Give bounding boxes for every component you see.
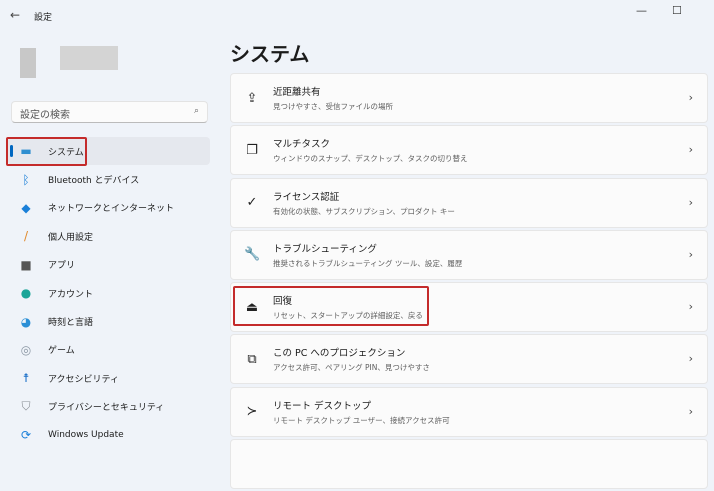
sidebar-item-label: アクセシビリティ bbox=[48, 374, 120, 385]
maximize-button[interactable]: ☐ bbox=[672, 4, 682, 17]
search-icon: ⌕ bbox=[193, 106, 199, 116]
card-title: 近距離共有 bbox=[273, 87, 321, 98]
chevron-right-icon: › bbox=[688, 247, 693, 261]
sidebar-item-icon: ⛉ bbox=[21, 399, 31, 414]
card-icon: 🔧 bbox=[244, 247, 261, 263]
card-subtitle: 見つけやすさ、受信ファイルの場所 bbox=[273, 102, 393, 111]
app-title: 設定 bbox=[34, 13, 53, 23]
sidebar-item[interactable]: / 個人用設定 bbox=[8, 222, 210, 250]
page-title: システム bbox=[230, 42, 310, 66]
sidebar-item-icon: ● bbox=[20, 286, 32, 301]
minimize-button[interactable]: — bbox=[636, 4, 647, 17]
settings-card[interactable]: ❐ マルチタスクウィンドウのスナップ、デスクトップ、タスクの切り替え › bbox=[230, 125, 708, 176]
card-subtitle: 有効化の状態、サブスクリプション、プロダクト キー bbox=[273, 206, 455, 216]
sidebar-item[interactable]: ◎ ゲーム bbox=[8, 336, 210, 364]
sidebar-item[interactable]: ◆ ネットワークとインターネット bbox=[8, 194, 210, 222]
card-title: トラブルシューティング bbox=[273, 243, 377, 255]
settings-list: ⇪ 近距離共有見つけやすさ、受信ファイルの場所 › ❐ マルチタスクウィンドウのスナップ… bbox=[230, 73, 708, 491]
settings-card[interactable]: ≻ リモート デスクトップリモート デスクトップ ユーザー、接続アクセス許可 › bbox=[230, 386, 708, 437]
sidebar-item-icon: ⟳ bbox=[20, 428, 32, 443]
sidebar-item[interactable]: ■ アプリ bbox=[8, 251, 210, 279]
settings-card[interactable] bbox=[230, 439, 708, 490]
settings-card[interactable]: ⧉ この PC へのプロジェクションアクセス許可、ペアリング PIN、見つけやすさ… bbox=[230, 334, 708, 385]
card-subtitle: リモート デスクトップ ユーザー、接続アクセス許可 bbox=[273, 415, 450, 425]
sidebar-item-label: ゲーム bbox=[48, 346, 75, 357]
chevron-right-icon: › bbox=[688, 195, 693, 209]
settings-card[interactable]: 🔧 トラブルシューティング推奨されるトラブルシューティング ツール、設定、履歴 › bbox=[230, 229, 708, 280]
sidebar-item-icon: ◕ bbox=[20, 314, 32, 329]
sidebar-item[interactable]: ⛉ プライバシーとセキュリティ bbox=[8, 393, 210, 421]
chevron-right-icon: › bbox=[688, 300, 693, 314]
card-title: マルチタスク bbox=[273, 139, 331, 151]
sidebar-item-icon: ☨ bbox=[22, 371, 30, 386]
sidebar-item-label: ネットワークとインターネット bbox=[48, 204, 175, 215]
sidebar-item-label: プライバシーとセキュリティ bbox=[48, 403, 165, 414]
sidebar-item-label: 個人用設定 bbox=[48, 232, 94, 243]
card-icon: ⧉ bbox=[247, 351, 257, 367]
back-arrow-icon[interactable]: ← bbox=[10, 8, 20, 22]
card-title: リモート デスクトップ bbox=[273, 400, 372, 412]
sidebar-item-label: Bluetooth とデバイス bbox=[48, 176, 140, 187]
sidebar-item-icon: / bbox=[23, 229, 29, 244]
settings-card[interactable]: ✓ ライセンス認証有効化の状態、サブスクリプション、プロダクト キー › bbox=[230, 177, 708, 228]
chevron-right-icon: › bbox=[688, 143, 693, 157]
search-placeholder: 設定の検索 bbox=[20, 110, 70, 121]
card-icon: ⇪ bbox=[246, 90, 258, 106]
sidebar-item-label: 時刻と言語 bbox=[48, 318, 94, 329]
sidebar-item-icon: ◎ bbox=[20, 342, 32, 357]
sidebar-item[interactable]: ◕ 時刻と言語 bbox=[8, 307, 210, 335]
card-subtitle: 推奨されるトラブルシューティング ツール、設定、履歴 bbox=[273, 258, 463, 268]
sidebar-nav: ▬ システム ᛒ Bluetooth とデバイス ◆ ネットワークとインターネット / 個人用… bbox=[8, 137, 210, 449]
sidebar-item-icon: ■ bbox=[20, 257, 32, 272]
highlight-box-system bbox=[6, 137, 87, 166]
sidebar-item-icon: ᛒ bbox=[22, 172, 30, 187]
highlight-box-recovery bbox=[233, 286, 429, 326]
chevron-right-icon: › bbox=[688, 352, 693, 366]
sidebar-item-icon: ◆ bbox=[21, 200, 31, 215]
sidebar-item-label: アプリ bbox=[48, 261, 76, 272]
card-title: ライセンス認証 bbox=[273, 191, 340, 203]
card-icon: ≻ bbox=[246, 404, 258, 420]
chevron-right-icon: › bbox=[688, 91, 693, 104]
search-input[interactable]: 設定の検索 ⌕ bbox=[11, 101, 208, 123]
sidebar-item[interactable]: ⟳ Windows Update bbox=[8, 421, 210, 449]
card-title: この PC へのプロジェクション bbox=[273, 348, 406, 360]
settings-card[interactable]: ⇪ 近距離共有見つけやすさ、受信ファイルの場所 › bbox=[230, 73, 708, 123]
sidebar-item-label: Windows Update bbox=[48, 430, 124, 441]
card-subtitle: アクセス許可、ペアリング PIN、見つけやすさ bbox=[273, 363, 430, 373]
title-bar: ← 設定 — ☐ bbox=[0, 0, 714, 32]
sidebar-item[interactable]: ᛒ Bluetooth とデバイス bbox=[8, 165, 210, 193]
card-icon: ❐ bbox=[246, 142, 258, 158]
card-subtitle: ウィンドウのスナップ、デスクトップ、タスクの切り替え bbox=[273, 154, 468, 164]
chevron-right-icon: › bbox=[688, 404, 693, 418]
sidebar-item[interactable]: ● アカウント bbox=[8, 279, 210, 307]
card-icon: ✓ bbox=[246, 195, 258, 211]
sidebar-item[interactable]: ☨ アクセシビリティ bbox=[8, 364, 210, 392]
sidebar-item-label: アカウント bbox=[48, 289, 94, 300]
